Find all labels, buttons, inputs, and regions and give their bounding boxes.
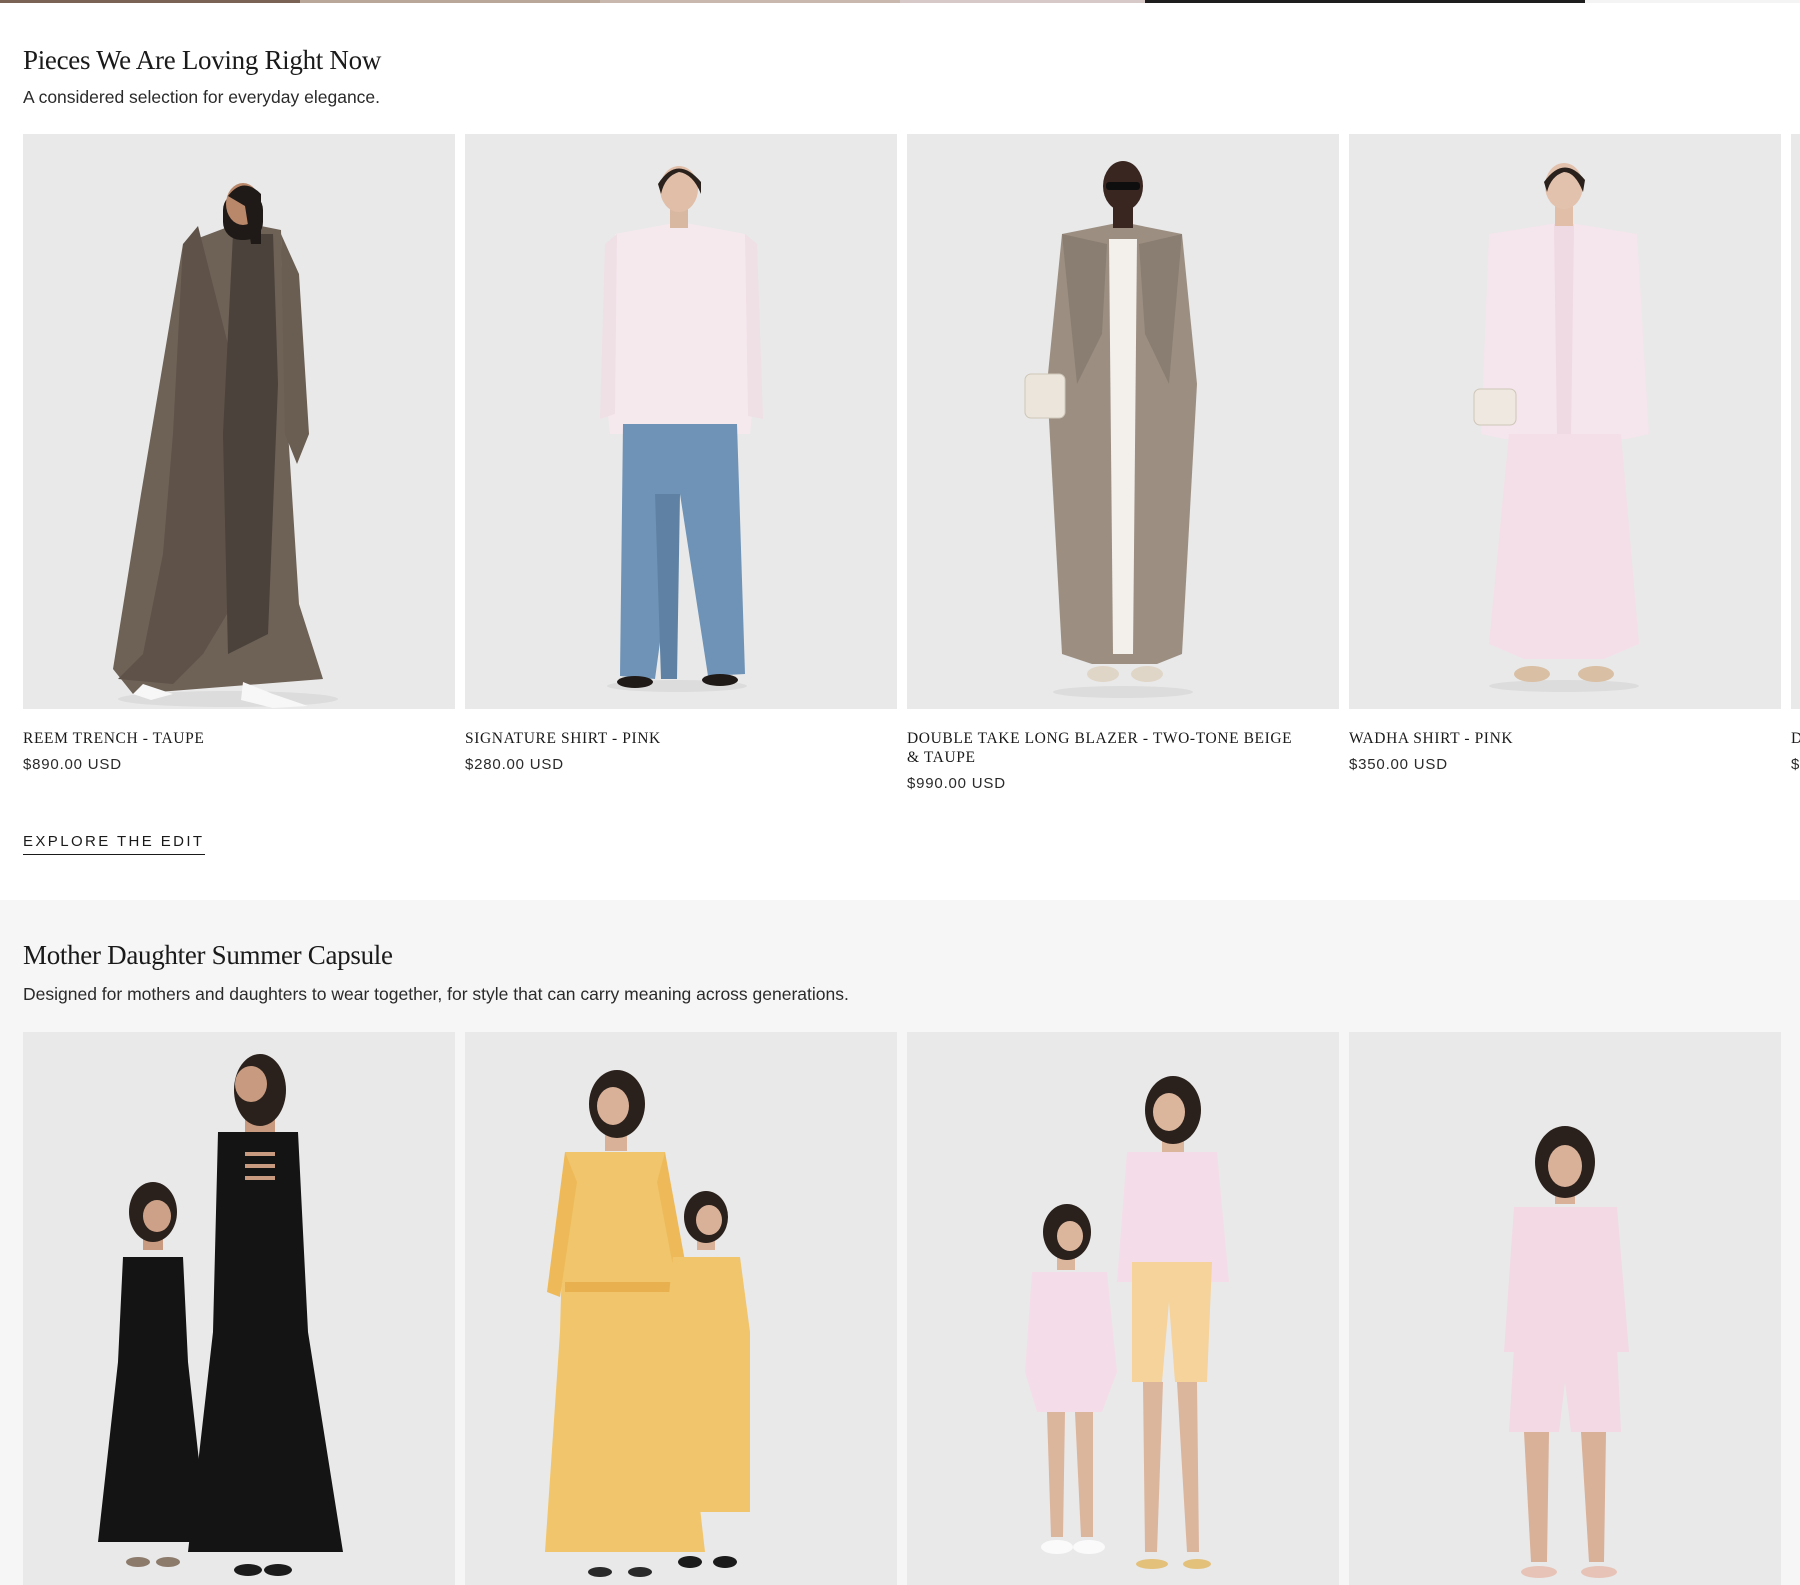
section-title: Mother Daughter Summer Capsule (23, 940, 393, 970)
product-price: $280.00 USD (465, 756, 564, 773)
product-price: $990.00 USD (907, 775, 1006, 792)
product-name[interactable]: DOUBLE TAKE LONG BLAZER - TWO-TONE BEIGE… (907, 729, 1339, 767)
product-image[interactable] (1791, 134, 1800, 709)
mother-daughter-pink-shirts-image (1025, 1076, 1229, 1569)
capsule-image[interactable] (23, 1032, 455, 1585)
product-image[interactable] (465, 134, 897, 709)
product-name[interactable]: REEM TRENCH - TAUPE (23, 729, 455, 748)
section-subtitle: A considered selection for everyday eleg… (23, 87, 381, 107)
product-name[interactable]: SIGNATURE SHIRT - PINK (465, 729, 897, 748)
product-image[interactable] (23, 134, 455, 709)
model-in-long-beige-blazer-image (1024, 161, 1197, 698)
capsule-image[interactable] (907, 1032, 1339, 1585)
explore-the-edit-link[interactable]: EXPLORE THE EDIT (23, 833, 205, 855)
model-in-pink-shirt-and-jeans-image (600, 166, 763, 692)
featured-products-section: Pieces We Are Loving Right Now A conside… (0, 3, 1800, 900)
product-card[interactable]: WADHA SHIRT - PINK $350.00 USD (1349, 134, 1781, 773)
partially-visible-product-image (1791, 134, 1800, 709)
capsule-image[interactable] (1349, 1032, 1781, 1585)
product-image[interactable] (1349, 134, 1781, 709)
product-name[interactable]: D (1791, 729, 1800, 748)
product-card[interactable]: DOUBLE TAKE LONG BLAZER - TWO-TONE BEIGE… (907, 134, 1339, 792)
product-price: $ (1791, 756, 1800, 773)
capsule-card[interactable] (23, 1032, 455, 1585)
capsule-card[interactable] (465, 1032, 897, 1585)
section-title: Pieces We Are Loving Right Now (23, 45, 382, 75)
capsule-card[interactable] (1349, 1032, 1781, 1585)
product-card[interactable]: REEM TRENCH - TAUPE $890.00 USD (23, 134, 455, 773)
product-card[interactable]: D $ (1791, 134, 1800, 773)
capsule-image[interactable] (465, 1032, 897, 1585)
product-price: $350.00 USD (1349, 756, 1448, 773)
model-in-taupe-trench-image (113, 183, 338, 708)
product-name[interactable]: WADHA SHIRT - PINK (1349, 729, 1781, 748)
section-subtitle: Designed for mothers and daughters to we… (23, 984, 849, 1004)
product-image[interactable] (907, 134, 1339, 709)
mother-daughter-capsule-section: Mother Daughter Summer Capsule Designed … (0, 900, 1800, 1585)
capsule-card[interactable] (907, 1032, 1339, 1585)
mother-daughter-yellow-stripe-dresses-image (545, 1070, 750, 1577)
model-in-pink-shirt-and-skirt-image (1473, 163, 1649, 692)
product-card[interactable]: SIGNATURE SHIRT - PINK $280.00 USD (465, 134, 897, 773)
girl-in-pink-shirt-and-shorts-image (1504, 1126, 1629, 1578)
mother-daughter-black-dresses-image (98, 1054, 343, 1576)
product-price: $890.00 USD (23, 756, 122, 773)
